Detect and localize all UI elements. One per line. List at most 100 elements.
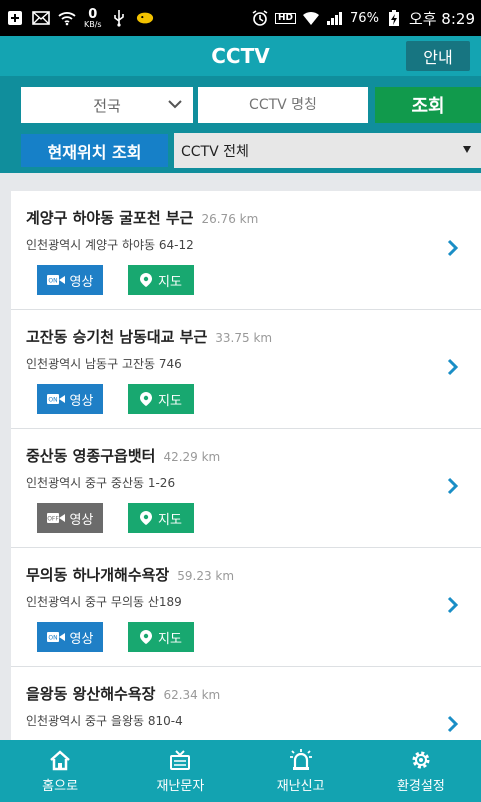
battery-percent: 76% bbox=[350, 10, 379, 26]
tv-icon bbox=[168, 748, 192, 772]
battery-charging-icon bbox=[385, 10, 403, 26]
svg-text:ON: ON bbox=[48, 635, 57, 642]
page-title: CCTV bbox=[211, 44, 270, 68]
speed-unit: KB/s bbox=[84, 19, 102, 29]
region-select-value: 전국 bbox=[93, 96, 121, 115]
list-item[interactable]: 무의동 하나개해수욕장 59.23 km 인천광역시 중구 무의동 산189 ON… bbox=[11, 548, 481, 667]
chevron-right-icon[interactable] bbox=[447, 596, 459, 614]
map-button-label: 지도 bbox=[158, 393, 182, 409]
cctv-address: 인천광역시 계양구 하야동 64-12 bbox=[26, 238, 194, 252]
add-notification-icon bbox=[6, 10, 24, 26]
usb-icon bbox=[110, 10, 128, 27]
nav-settings[interactable]: 환경설정 bbox=[361, 740, 481, 802]
app-notification-icon bbox=[136, 10, 154, 26]
map-button[interactable]: 지도 bbox=[128, 384, 194, 414]
cctv-name-text: 중산동 영종구읍뱃터 bbox=[26, 447, 156, 465]
video-on-icon: ON bbox=[46, 394, 65, 404]
cctv-name-text: 무의동 하나개해수욕장 bbox=[26, 566, 170, 584]
video-button-disabled[interactable]: OFF 영상 bbox=[37, 503, 103, 533]
cctv-name: 고잔동 승기천 남동대교 부근 33.75 km bbox=[26, 326, 272, 347]
map-button-label: 지도 bbox=[158, 631, 182, 647]
network-speed: 0 KB/s bbox=[84, 8, 102, 29]
cctv-name-text: 을왕동 왕산해수욕장 bbox=[26, 685, 156, 703]
nav-home-label: 홈으로 bbox=[42, 779, 79, 794]
video-off-icon: OFF bbox=[46, 513, 65, 523]
video-button[interactable]: ON 영상 bbox=[37, 622, 103, 652]
list-item[interactable]: 중산동 영종구읍뱃터 42.29 km 인천광역시 중구 중산동 1-26 OFF… bbox=[11, 429, 481, 548]
nav-settings-label: 환경설정 bbox=[396, 779, 445, 794]
query-button[interactable]: 조회 bbox=[375, 87, 481, 123]
dropdown-arrow-icon bbox=[463, 146, 471, 153]
nav-disaster-report[interactable]: 재난신고 bbox=[241, 740, 361, 802]
siren-icon bbox=[289, 748, 313, 772]
search-panel: 전국 조회 현재위치 조회 CCTV 전체 bbox=[0, 76, 481, 173]
hd-voice-icon: HD bbox=[275, 12, 297, 24]
bottom-nav: 홈으로 재난문자 재난신고 환경설정 bbox=[0, 740, 481, 802]
chevron-right-icon[interactable] bbox=[447, 715, 459, 733]
cctv-distance: 62.34 km bbox=[163, 688, 221, 702]
svg-text:ON: ON bbox=[48, 278, 57, 285]
cctv-name-input[interactable] bbox=[198, 87, 368, 123]
cctv-distance: 33.75 km bbox=[215, 331, 273, 345]
gear-icon bbox=[409, 748, 433, 772]
list-item[interactable]: 을왕동 왕산해수욕장62.34 km 인천광역시 중구 을왕동 810-4 ON… bbox=[11, 667, 481, 740]
chevron-right-icon[interactable] bbox=[447, 239, 459, 257]
current-location-button[interactable]: 현재위치 조회 bbox=[21, 134, 168, 167]
cctv-filter-select[interactable]: CCTV 전체 bbox=[174, 133, 481, 168]
cctv-address: 인천광역시 중구 중산동 1-26 bbox=[26, 476, 176, 490]
hd-label: HD bbox=[278, 12, 294, 23]
cctv-distance: 26.76 km bbox=[201, 212, 259, 226]
cctv-name: 무의동 하나개해수욕장 59.23 km bbox=[26, 564, 234, 585]
nav-disaster-message-label: 재난문자 bbox=[156, 779, 205, 794]
cctv-name-text: 계양구 하야동 굴포천 부근 bbox=[26, 209, 194, 227]
video-button-label: 영상 bbox=[69, 512, 94, 528]
cctv-address: 인천광역시 중구 무의동 산189 bbox=[26, 595, 182, 609]
video-button-label: 영상 bbox=[69, 393, 94, 409]
cctv-name-text: 고잔동 승기천 남동대교 부근 bbox=[26, 328, 208, 346]
cctv-distance: 59.23 km bbox=[177, 569, 235, 583]
cctv-name: 계양구 하야동 굴포천 부근 26.76 km bbox=[26, 207, 258, 228]
cctv-list-area[interactable]: 계양구 하야동 굴포천 부근 26.76 km 인천광역시 계양구 하야동 64-… bbox=[0, 173, 481, 740]
cctv-filter-value: CCTV 전체 bbox=[181, 143, 249, 160]
chevron-down-icon bbox=[168, 100, 182, 109]
speed-value: 0 bbox=[88, 6, 98, 22]
guide-button[interactable]: 안내 bbox=[406, 41, 470, 71]
map-button-label: 지도 bbox=[158, 274, 182, 290]
nav-home[interactable]: 홈으로 bbox=[0, 740, 120, 802]
cell-signal-icon bbox=[326, 10, 344, 26]
chevron-right-icon[interactable] bbox=[447, 477, 459, 495]
cctv-address: 인천광역시 중구 을왕동 810-4 bbox=[26, 714, 183, 728]
location-pin-icon bbox=[140, 273, 153, 287]
cctv-address: 인천광역시 남동구 고잔동 746 bbox=[26, 357, 182, 371]
list-item[interactable]: 고잔동 승기천 남동대교 부근 33.75 km 인천광역시 남동구 고잔동 74… bbox=[11, 310, 481, 429]
video-button[interactable]: ON 영상 bbox=[37, 384, 103, 414]
list-item[interactable]: 계양구 하야동 굴포천 부근 26.76 km 인천광역시 계양구 하야동 64-… bbox=[11, 191, 481, 310]
video-button[interactable]: ON 영상 bbox=[37, 265, 103, 295]
map-button[interactable]: 지도 bbox=[128, 503, 194, 533]
cctv-list: 계양구 하야동 굴포천 부근 26.76 km 인천광역시 계양구 하야동 64-… bbox=[11, 191, 481, 740]
cctv-name: 을왕동 왕산해수욕장 62.34 km bbox=[26, 683, 220, 704]
video-on-icon: ON bbox=[46, 632, 65, 642]
svg-text:OFF: OFF bbox=[47, 516, 59, 523]
location-pin-icon bbox=[140, 630, 153, 644]
cctv-distance: 42.29 km bbox=[163, 450, 221, 464]
nav-disaster-message[interactable]: 재난문자 bbox=[120, 740, 240, 802]
map-button-label: 지도 bbox=[158, 512, 182, 528]
location-pin-icon bbox=[140, 511, 153, 525]
region-select[interactable]: 전국 bbox=[21, 87, 193, 123]
wifi-icon bbox=[58, 10, 76, 26]
alarm-icon bbox=[251, 10, 269, 26]
video-button-label: 영상 bbox=[69, 631, 94, 647]
cctv-name: 중산동 영종구읍뱃터 42.29 km bbox=[26, 445, 220, 466]
map-button[interactable]: 지도 bbox=[128, 622, 194, 652]
svg-text:ON: ON bbox=[48, 397, 57, 404]
nav-disaster-report-label: 재난신고 bbox=[276, 779, 325, 794]
video-button-label: 영상 bbox=[69, 274, 94, 290]
status-time: 오후 8:29 bbox=[408, 9, 475, 28]
home-icon bbox=[48, 748, 72, 772]
app-header: CCTV 안내 bbox=[0, 36, 481, 76]
wifi-signal-icon bbox=[302, 10, 320, 26]
map-button[interactable]: 지도 bbox=[128, 265, 194, 295]
chevron-right-icon[interactable] bbox=[447, 358, 459, 376]
mail-icon bbox=[32, 10, 50, 26]
